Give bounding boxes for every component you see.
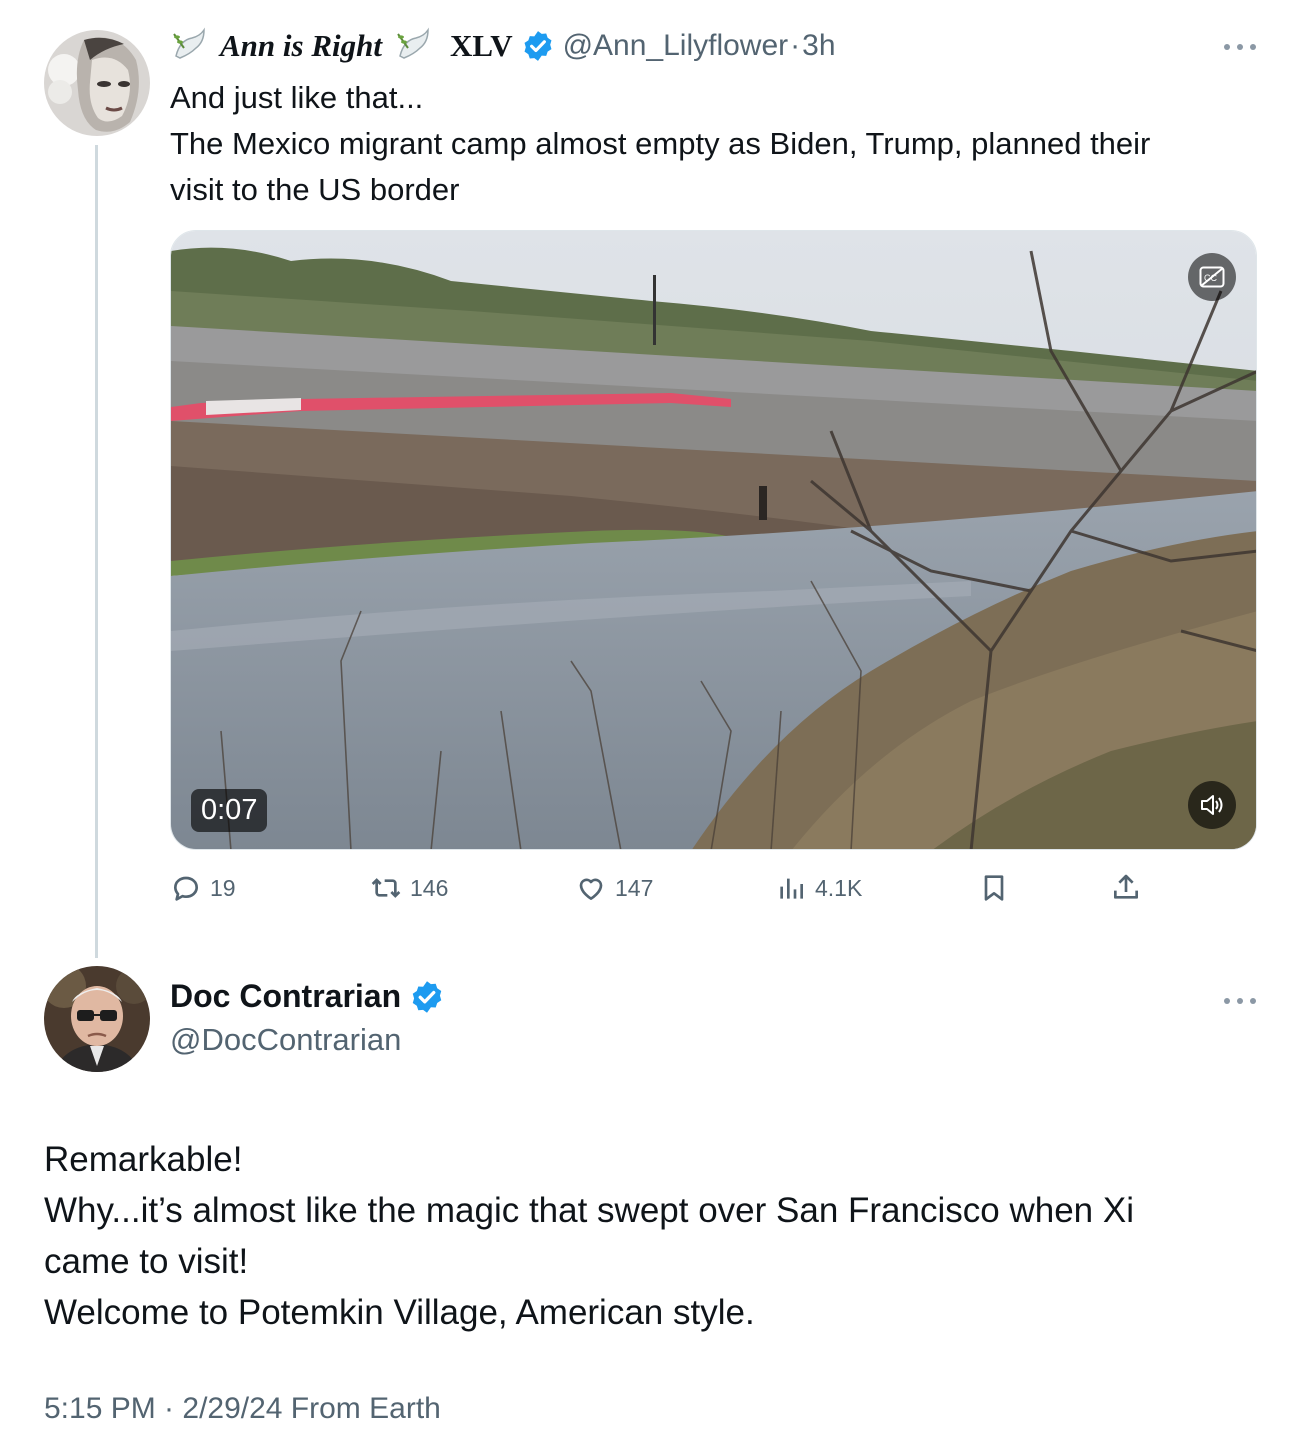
reply-display-name[interactable]: Doc Contrarian — [170, 978, 401, 1015]
like-button[interactable]: 147 — [575, 866, 653, 910]
share-button[interactable] — [1110, 866, 1150, 910]
parent-action-bar: 19 146 147 4.1K — [170, 866, 1170, 910]
reply-text-line: Remarkable! — [44, 1140, 243, 1179]
avatar-ann[interactable] — [44, 30, 150, 136]
avatar-doc[interactable] — [44, 966, 150, 1072]
volume-icon[interactable] — [1188, 781, 1236, 829]
reply-tweet-text: Remarkable! Why...it’s almost like the m… — [44, 1134, 1274, 1338]
views-icon — [780, 878, 803, 899]
reply-text-line: came to visit! — [44, 1242, 249, 1281]
parent-display-name[interactable]: Ann is Right — [220, 28, 382, 64]
more-icon[interactable] — [1224, 996, 1256, 1006]
video-player[interactable]: CC 0:07 — [170, 230, 1257, 850]
views-button[interactable]: 4.1K — [775, 866, 862, 910]
parent-text-line: And just like that... — [170, 80, 424, 115]
parent-handle[interactable]: @Ann_Lilyflower — [563, 29, 789, 63]
bookmark-icon — [984, 875, 1004, 901]
reply-button[interactable]: 19 — [170, 866, 236, 910]
views-count: 4.1K — [815, 874, 863, 901]
parent-tweet-header: Ann is Right XLV @Ann_Lilyflower · 3h — [170, 24, 836, 68]
reply-icon — [174, 876, 198, 901]
parent-name-suffix[interactable]: XLV — [450, 28, 513, 64]
repost-count: 146 — [410, 874, 449, 901]
header-separator: · — [790, 29, 801, 62]
like-count: 147 — [615, 874, 654, 901]
thread-line — [95, 145, 98, 958]
reply-display-name-row: Doc Contrarian — [170, 978, 445, 1015]
video-frame — [171, 231, 1256, 849]
verified-badge-icon[interactable] — [521, 29, 555, 63]
reply-handle[interactable]: @DocContrarian — [170, 1022, 401, 1058]
reply-text-line: Why...it’s almost like the magic that sw… — [44, 1191, 1134, 1230]
repost-button[interactable]: 146 — [370, 866, 448, 910]
video-duration: 0:07 — [191, 789, 268, 832]
parent-text-line: visit to the US border — [170, 172, 460, 207]
reply-timestamp[interactable]: 5:15 PM · 2/29/24 From Earth — [44, 1392, 441, 1426]
verified-badge-icon[interactable] — [409, 979, 445, 1015]
bookmark-button[interactable] — [978, 866, 1018, 910]
more-icon[interactable] — [1224, 42, 1256, 52]
repost-icon — [371, 878, 401, 898]
parent-tweet-text: And just like that... The Mexico migrant… — [170, 75, 1270, 213]
parent-timestamp[interactable]: 3h — [802, 29, 835, 63]
reply-count: 19 — [210, 874, 236, 901]
parent-text-line: The Mexico migrant camp almost empty as … — [170, 126, 1151, 161]
share-icon — [1114, 874, 1138, 899]
like-icon — [579, 878, 603, 900]
dove-emoji-icon — [170, 26, 210, 66]
reply-text-line: Welcome to Potemkin Village, American st… — [44, 1293, 755, 1332]
dove-emoji-icon — [394, 26, 434, 66]
captions-icon[interactable]: CC — [1188, 253, 1236, 301]
